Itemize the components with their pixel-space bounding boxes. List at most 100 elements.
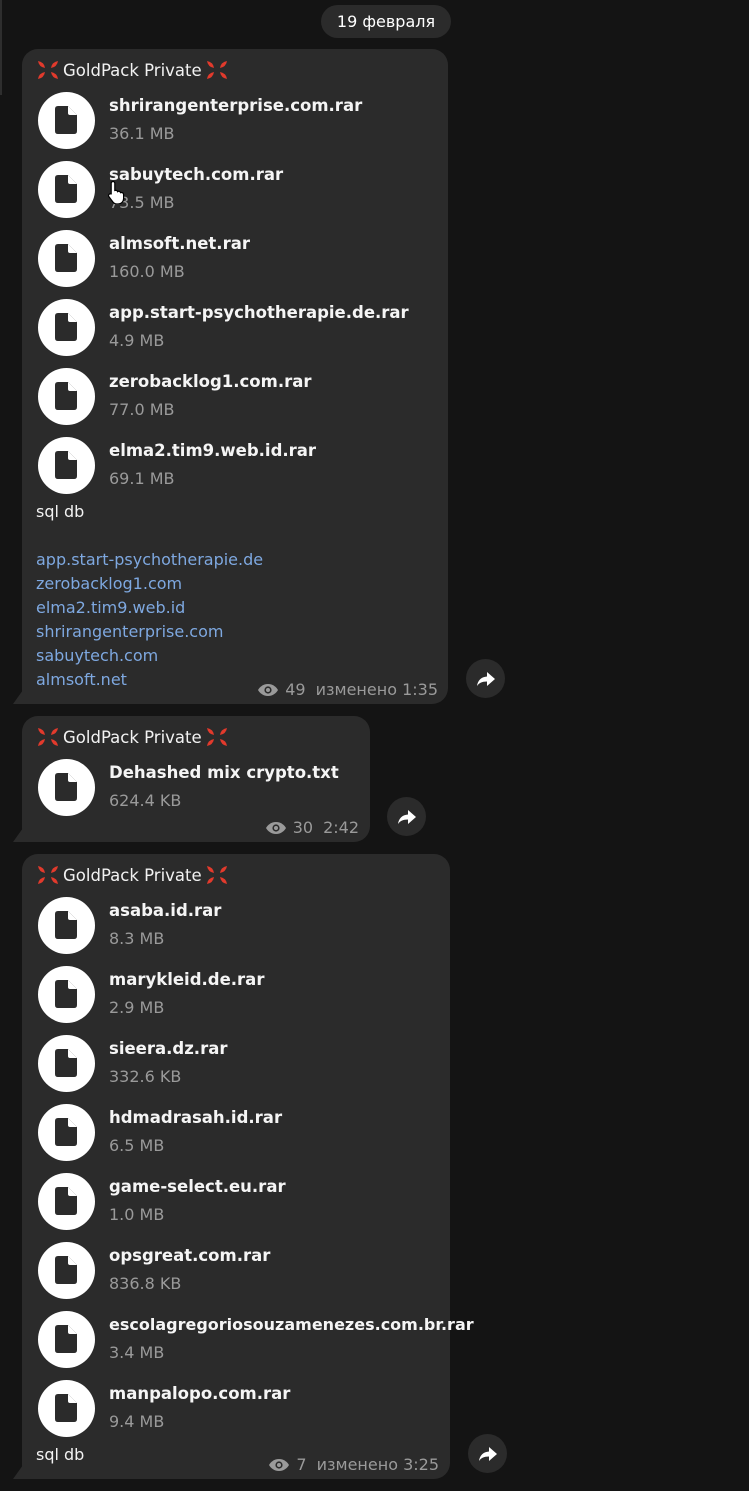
link-elma2-tim9[interactable]: elma2.tim9.web.id — [36, 598, 185, 617]
anger-symbol-icon — [36, 726, 60, 748]
anger-symbol-icon — [36, 59, 60, 81]
message-caption: sql db — [36, 502, 85, 521]
chat-left-edge — [0, 0, 2, 95]
file-attachment[interactable]: sieera.dz.rar 332.6 KB — [38, 1034, 458, 1092]
file-name: opsgreat.com.rar — [109, 1246, 271, 1265]
file-name: shrirangenterprise.com.rar — [109, 96, 363, 115]
file-document-icon[interactable] — [38, 897, 95, 954]
file-attachment[interactable]: escolagregoriosouzamenezes.com.br.rar 3.… — [38, 1310, 474, 1368]
file-attachment[interactable]: manpalopo.com.rar 9.4 MB — [38, 1379, 458, 1437]
file-name: almsoft.net.rar — [109, 234, 250, 253]
file-attachment[interactable]: Dehashed mix crypto.txt 624.4 KB — [38, 758, 358, 816]
file-document-icon[interactable] — [38, 230, 95, 287]
bubble-tail — [13, 828, 23, 842]
file-attachment[interactable]: shrirangenterprise.com.rar 36.1 MB — [38, 91, 458, 149]
link-almsoft[interactable]: almsoft.net — [36, 670, 127, 689]
file-size: 9.4 MB — [109, 1412, 165, 1431]
file-document-icon[interactable] — [38, 299, 95, 356]
file-attachment[interactable]: opsgreat.com.rar 836.8 KB — [38, 1241, 458, 1299]
message-time: 2:42 — [323, 818, 359, 837]
file-name: hdmadrasah.id.rar — [109, 1108, 283, 1127]
forward-button[interactable] — [466, 659, 505, 698]
file-document-icon[interactable] — [38, 437, 95, 494]
file-document-icon[interactable] — [38, 1035, 95, 1092]
date-separator: 19 февраля — [321, 5, 451, 38]
file-name: app.start-psychotherapie.de.rar — [109, 303, 409, 322]
link-app-start-psychotherapie[interactable]: app.start-psychotherapie.de — [36, 550, 263, 569]
sender-label: GoldPack Private — [63, 60, 202, 80]
file-document-icon[interactable] — [38, 1242, 95, 1299]
sender-name[interactable]: GoldPack Private — [36, 59, 229, 81]
message-bubble-1[interactable]: GoldPack Private shrirangenterprise.com.… — [13, 49, 448, 704]
file-attachment[interactable]: zerobacklog1.com.rar 77.0 MB — [38, 367, 458, 425]
file-document-icon[interactable] — [38, 1380, 95, 1437]
message-bubble-2[interactable]: GoldPack Private Dehashed mix crypto.txt… — [13, 716, 370, 842]
file-size: 160.0 MB — [109, 262, 185, 281]
file-document-icon[interactable] — [38, 1104, 95, 1161]
file-attachment[interactable]: elma2.tim9.web.id.rar 69.1 MB — [38, 436, 458, 494]
file-document-icon[interactable] — [38, 1173, 95, 1230]
anger-symbol-icon — [36, 864, 60, 886]
file-name: zerobacklog1.com.rar — [109, 372, 312, 391]
forward-arrow-icon — [476, 671, 495, 686]
message-bubble-3[interactable]: GoldPack Private asaba.id.rar 8.3 MB mar… — [13, 854, 474, 1479]
view-count: 7 — [296, 1455, 307, 1474]
file-size: 836.8 KB — [109, 1274, 182, 1293]
link-sabuytech[interactable]: sabuytech.com — [36, 646, 158, 665]
file-size: 4.9 MB — [109, 331, 165, 350]
sender-name[interactable]: GoldPack Private — [36, 726, 229, 748]
file-size: 2.9 MB — [109, 998, 165, 1017]
file-document-icon[interactable] — [38, 161, 95, 218]
file-name: manpalopo.com.rar — [109, 1384, 291, 1403]
message-caption: sql db — [36, 1445, 85, 1464]
file-document-icon[interactable] — [38, 92, 95, 149]
file-document-icon[interactable] — [38, 759, 95, 816]
bubble-tail — [13, 690, 23, 704]
file-name: marykleid.de.rar — [109, 970, 265, 989]
file-attachment[interactable]: marykleid.de.rar 2.9 MB — [38, 965, 458, 1023]
view-count: 30 — [292, 818, 314, 837]
file-name: Dehashed mix crypto.txt — [109, 763, 339, 782]
anger-symbol-icon — [205, 864, 229, 886]
message-meta: 49 изменено 1:35 — [257, 680, 438, 699]
file-attachment[interactable]: asaba.id.rar 8.3 MB — [38, 896, 458, 954]
file-size: 1.0 MB — [109, 1205, 165, 1224]
file-attachment[interactable]: app.start-psychotherapie.de.rar 4.9 MB — [38, 298, 458, 356]
sender-label: GoldPack Private — [63, 865, 202, 885]
forward-arrow-icon — [478, 1446, 497, 1461]
eye-icon — [265, 821, 286, 834]
anger-symbol-icon — [205, 59, 229, 81]
file-size: 8.3 MB — [109, 929, 165, 948]
eye-icon — [258, 683, 279, 696]
sender-name[interactable]: GoldPack Private — [36, 864, 229, 886]
forward-arrow-icon — [397, 809, 416, 824]
view-count: 49 — [285, 680, 306, 699]
file-size: 36.1 MB — [109, 124, 175, 143]
file-document-icon[interactable] — [38, 966, 95, 1023]
file-document-icon[interactable] — [38, 1311, 95, 1368]
file-size: 332.6 KB — [109, 1067, 182, 1086]
file-document-icon[interactable] — [38, 368, 95, 425]
file-size: 6.5 MB — [109, 1136, 165, 1155]
file-size: 624.4 KB — [109, 791, 182, 810]
anger-symbol-icon — [205, 726, 229, 748]
file-attachment[interactable]: hdmadrasah.id.rar 6.5 MB — [38, 1103, 458, 1161]
message-meta: 30 2:42 — [265, 818, 359, 837]
file-name: escolagregoriosouzamenezes.com.br.rar — [109, 1315, 474, 1334]
file-size: 69.1 MB — [109, 469, 175, 488]
file-attachment[interactable]: almsoft.net.rar 160.0 MB — [38, 229, 458, 287]
link-shrirangenterprise[interactable]: shrirangenterprise.com — [36, 622, 223, 641]
message-meta: 7 изменено 3:25 — [268, 1455, 439, 1474]
forward-button[interactable] — [387, 797, 426, 836]
file-size: 3.4 MB — [109, 1343, 165, 1362]
file-name: elma2.tim9.web.id.rar — [109, 441, 317, 460]
file-name: sieera.dz.rar — [109, 1039, 228, 1058]
message-time: изменено 3:25 — [316, 1455, 439, 1474]
eye-icon — [269, 1458, 290, 1471]
file-attachment[interactable]: game-select.eu.rar 1.0 MB — [38, 1172, 458, 1230]
file-attachment[interactable]: sabuytech.com.rar 73.5 MB — [38, 160, 458, 218]
bubble-tail — [13, 1465, 23, 1479]
forward-button[interactable] — [468, 1434, 507, 1473]
message-time: изменено 1:35 — [315, 680, 438, 699]
link-zerobacklog1[interactable]: zerobacklog1.com — [36, 574, 182, 593]
